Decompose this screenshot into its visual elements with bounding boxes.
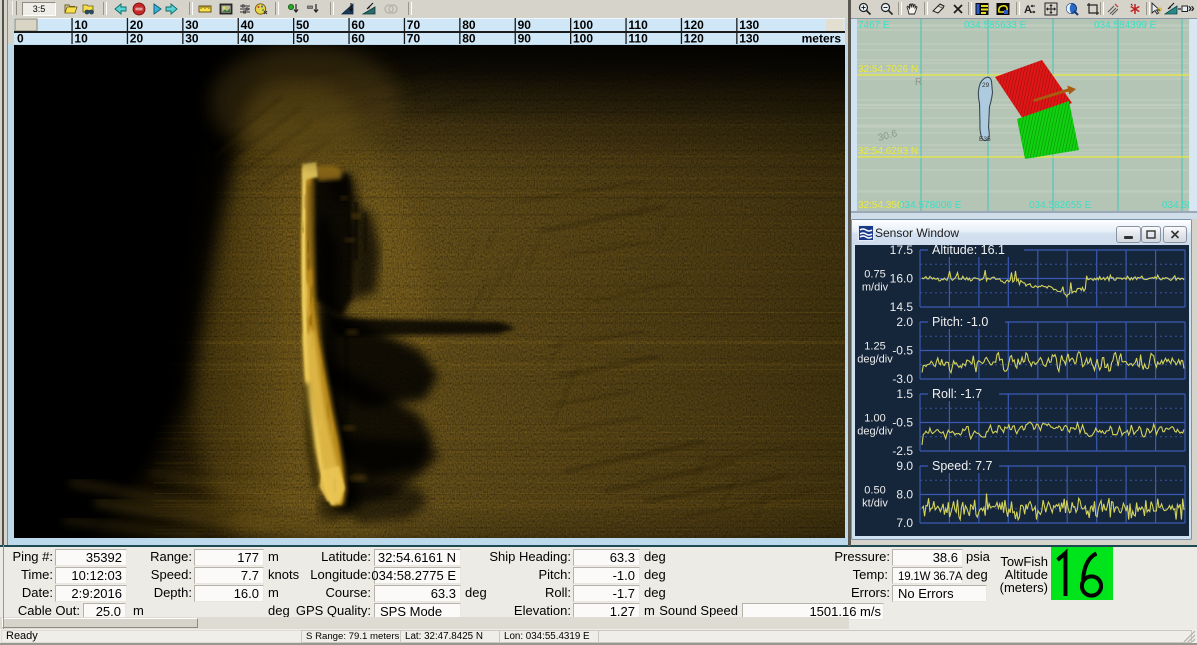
svg-text:40: 40 [241, 32, 255, 46]
svg-text:1.25: 1.25 [864, 341, 885, 353]
svg-text:130: 130 [739, 18, 759, 32]
svg-text:120: 120 [684, 32, 704, 46]
svg-text:70: 70 [407, 32, 421, 46]
svg-text:10: 10 [74, 32, 88, 46]
svg-text:Pitch: -1.0: Pitch: -1.0 [932, 315, 988, 329]
svg-text:7467 E: 7467 E [858, 20, 890, 31]
svg-text:?: ? [1157, 6, 1163, 16]
svg-text:120: 120 [684, 18, 704, 32]
svg-text:0: 0 [17, 32, 24, 46]
svg-text:deg/div: deg/div [857, 426, 893, 438]
svg-text:034.58: 034.58 [1162, 200, 1189, 211]
svg-text:32:54.7026 N: 32:54.7026 N [858, 64, 918, 75]
svg-text:1.5: 1.5 [896, 387, 913, 401]
svg-text:0.50: 0.50 [864, 485, 885, 497]
svg-text:100: 100 [573, 18, 593, 32]
svg-text:10: 10 [74, 18, 88, 32]
svg-text:kt/div: kt/div [862, 498, 888, 510]
svg-text:Altitude: 16.1: Altitude: 16.1 [932, 245, 1005, 257]
svg-text:60: 60 [351, 32, 365, 46]
svg-text:110: 110 [628, 32, 648, 46]
svg-text:29: 29 [982, 82, 990, 89]
svg-text:80: 80 [462, 18, 476, 32]
svg-text:110: 110 [628, 18, 648, 32]
svg-text:034.584399 E: 034.584399 E [1094, 20, 1157, 31]
svg-text:9.0: 9.0 [896, 459, 913, 473]
svg-text:14.5: 14.5 [890, 300, 914, 314]
svg-text:32:54.356: 32:54.356 [858, 200, 903, 211]
svg-text:40: 40 [241, 18, 255, 32]
svg-text:-0.5: -0.5 [892, 344, 913, 358]
svg-text:-3.0: -3.0 [892, 372, 913, 386]
svg-text:16.0: 16.0 [890, 272, 914, 286]
svg-text:130: 130 [739, 32, 759, 46]
svg-text:-2.5: -2.5 [892, 444, 913, 458]
svg-text:0.75: 0.75 [864, 269, 885, 281]
svg-text:034.585633 E: 034.585633 E [964, 20, 1027, 31]
svg-text:A: A [1024, 4, 1032, 16]
svg-text:034.582655 E: 034.582655 E [1029, 200, 1092, 211]
svg-text:30: 30 [185, 18, 199, 32]
svg-text:034.578006 E: 034.578006 E [899, 200, 962, 211]
svg-text:R: R [915, 77, 922, 88]
svg-text:Roll: -1.7: Roll: -1.7 [932, 387, 982, 401]
svg-text:20: 20 [130, 18, 144, 32]
svg-text:70: 70 [407, 18, 421, 32]
svg-text:50: 50 [296, 18, 310, 32]
svg-text:m/div: m/div [862, 282, 889, 294]
svg-text:8.0: 8.0 [896, 488, 913, 502]
svg-text:30: 30 [185, 32, 199, 46]
svg-text:7.0: 7.0 [896, 516, 913, 530]
svg-text:80: 80 [462, 32, 476, 46]
svg-text:Speed: 7.7: Speed: 7.7 [932, 459, 993, 473]
svg-text:meters: meters [802, 32, 842, 46]
svg-text:100: 100 [573, 32, 593, 46]
svg-text:20: 20 [130, 32, 144, 46]
svg-text:17.5: 17.5 [890, 245, 914, 257]
svg-text:90: 90 [518, 18, 532, 32]
svg-text:2.0: 2.0 [896, 315, 913, 329]
svg-text:90: 90 [518, 32, 532, 46]
svg-text:-0.5: -0.5 [892, 416, 913, 430]
svg-text:1.00: 1.00 [864, 413, 885, 425]
svg-text:E35: E35 [979, 136, 991, 143]
svg-text:50: 50 [296, 32, 310, 46]
svg-text:32:54.6293 N: 32:54.6293 N [858, 146, 918, 157]
svg-text:60: 60 [351, 18, 365, 32]
svg-text:deg/div: deg/div [857, 354, 893, 366]
